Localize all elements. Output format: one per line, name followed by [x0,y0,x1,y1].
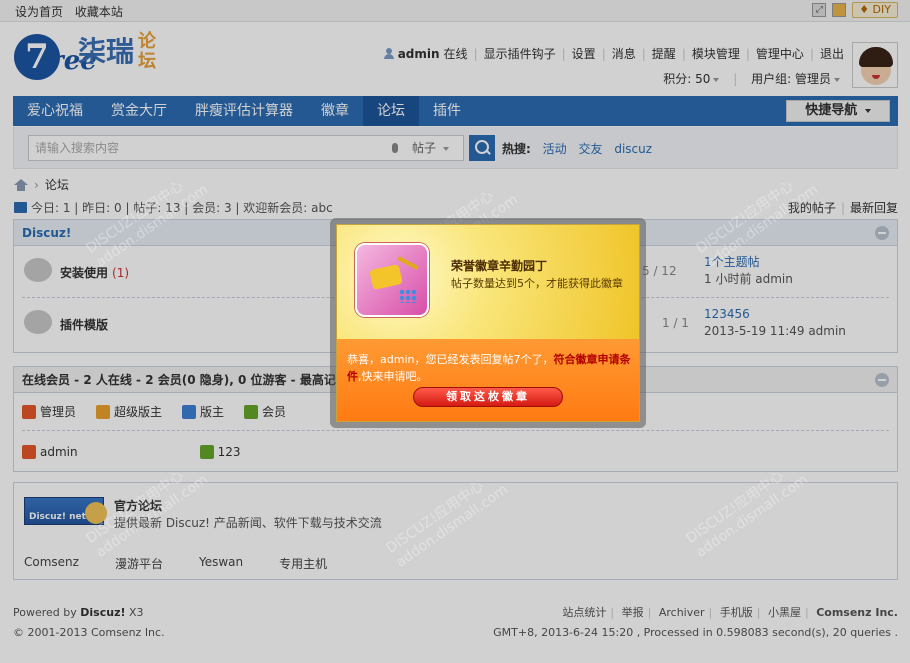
watermark: DISCUZ!应用中心addon.dismall.com [83,467,211,561]
badge-title: 荣誉徽章辛勤园丁 [451,259,548,273]
badge-info: 荣誉徽章辛勤园丁 帖子数量达到5个，才能获得此徽章 [337,225,639,339]
claim-badge-button[interactable]: 领取这枚徽章 [413,387,563,407]
badge-popup: 荣誉徽章辛勤园丁 帖子数量达到5个，才能获得此徽章 恭喜，admin，您已经发表… [330,218,646,428]
watermark: DISCUZ!应用中心addon.dismall.com [683,467,811,561]
gardener-badge-icon [355,243,429,317]
badge-popup-content: 荣誉徽章辛勤园丁 帖子数量达到5个，才能获得此徽章 恭喜，admin，您已经发表… [336,224,640,422]
watermark: DISCUZ!应用中心addon.dismall.com [383,477,511,571]
watermark: DISCUZ!应用中心addon.dismall.com [83,177,211,271]
badge-desc: 帖子数量达到5个，才能获得此徽章 [451,277,623,290]
badge-message: 恭喜，admin，您已经发表回复帖7个了，符合徽章申请条件,快来申请吧。 [347,353,631,383]
watering-can-icon [369,264,403,290]
badge-message-area: 恭喜，admin，您已经发表回复帖7个了，符合徽章申请条件,快来申请吧。 领取这… [337,339,639,421]
watermark: DISCUZ!应用中心addon.dismall.com [693,177,821,271]
